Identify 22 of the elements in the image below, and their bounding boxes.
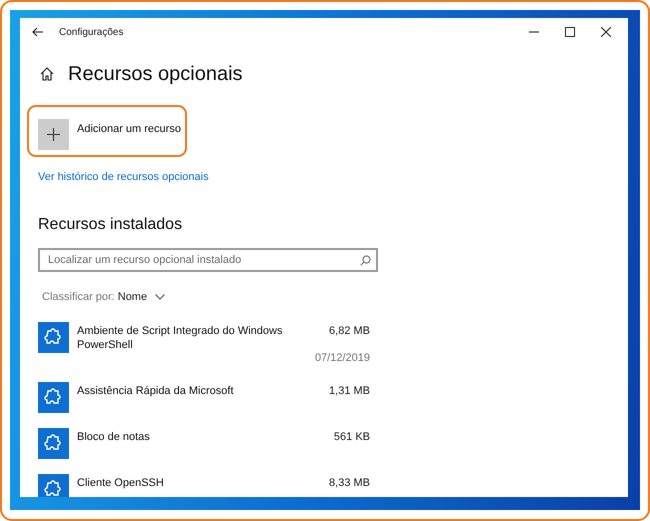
page-title: Recursos opcionais [68,62,243,87]
plus-icon [47,128,60,141]
search-field[interactable]: Localizar um recurso opcional instalado [38,248,378,272]
back-arrow-icon [32,27,44,37]
puzzle-icon [38,382,69,413]
section-heading: Recursos instalados [38,215,182,235]
sort-label: Classificar por: [42,291,115,303]
puzzle-icon [38,428,69,459]
sort-dropdown[interactable]: Nome [118,291,166,303]
chevron-icon [155,294,166,300]
window-title: Configurações [59,26,124,38]
feature-item[interactable]: Bloco de notas 561 KB [38,428,370,464]
add-feature-button[interactable]: Adicionar um recurso [38,119,181,150]
history-link[interactable]: Ver histórico de recursos opcionais [38,171,209,183]
feature-item[interactable]: Assistência Rápida da Microsoft 1,31 MB [38,382,370,418]
puzzle-icon [38,322,69,353]
feature-item[interactable]: Ambiente de Script Integrado do Windows PowerShell 6,82 MB 07/12/2019 [38,322,370,372]
maximize-icon [565,27,575,37]
close-icon [601,27,611,37]
feature-item[interactable]: Cliente OpenSSH 8,33 MB [38,474,370,497]
search-icon [360,255,371,266]
home-icon[interactable] [40,67,54,81]
